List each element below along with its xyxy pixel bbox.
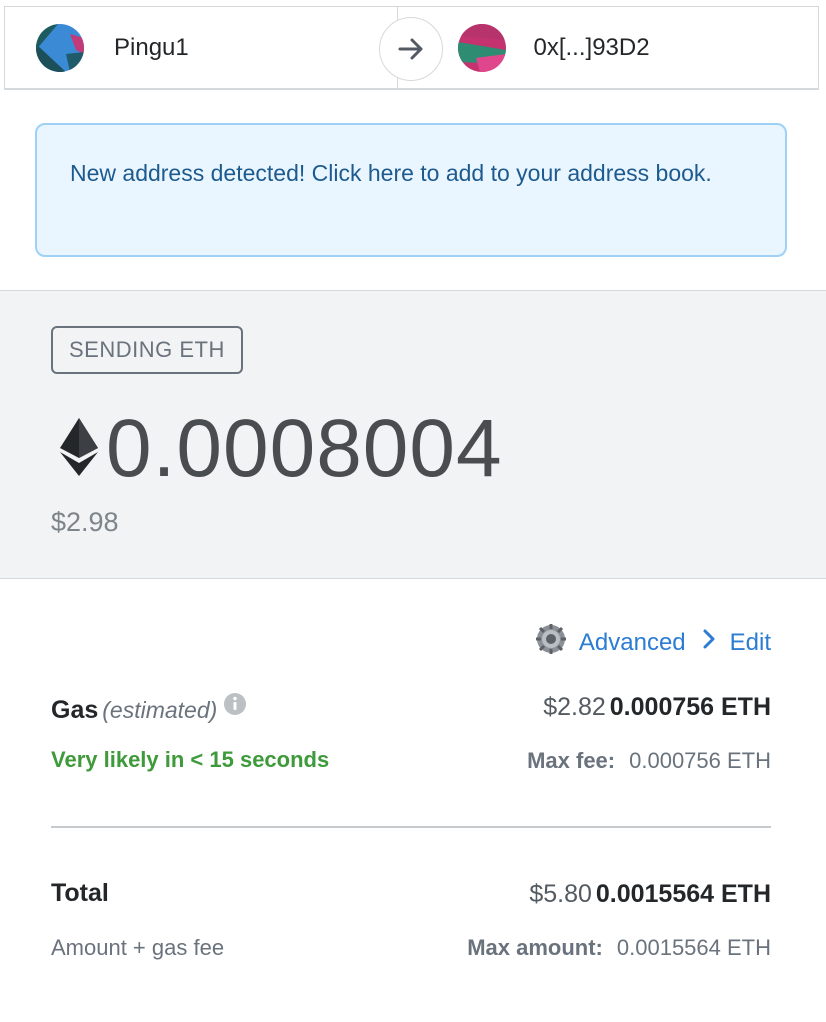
gas-title: Gas (estimated) [51, 692, 247, 725]
gas-timing-estimate: Very likely in < 15 seconds [51, 747, 330, 772]
max-fee-value: 0.000756 ETH [629, 748, 771, 773]
chevron-right-icon [702, 628, 716, 657]
sending-summary: SENDING ETH 0.0008004 $2.98 [0, 290, 826, 579]
gas-fee-value: $2.82 0.000756 ETH [543, 693, 771, 722]
recipient-address: 0x[...]93D2 [533, 33, 650, 61]
gear-icon [535, 623, 567, 662]
sender-name: Pingu1 [114, 33, 189, 61]
max-amount-label: Max amount: [467, 935, 603, 960]
total-eth: 0.0015564 ETH [595, 880, 771, 908]
divider [51, 826, 771, 828]
max-fee-label: Max fee: [527, 748, 616, 773]
total-title: Total [51, 879, 109, 907]
info-icon[interactable] [223, 692, 247, 723]
total-value: $5.80 0.0015564 ETH [529, 880, 771, 909]
send-amount-fiat: $2.98 [51, 507, 119, 537]
edit-button[interactable]: Edit [730, 629, 771, 657]
max-amount-value: 0.0015564 ETH [616, 935, 771, 960]
gas-fee-eth: 0.000756 ETH [609, 693, 771, 721]
sender-account[interactable]: Pingu1 [5, 7, 397, 88]
sending-eth-badge: SENDING ETH [51, 326, 243, 374]
account-bar: Pingu1 0x[...]93D2 [4, 6, 819, 90]
advanced-edit-row: Advanced Edit [535, 623, 771, 662]
gas-fee-fiat: $2.82 [543, 693, 606, 721]
gas-estimated-label: (estimated) [102, 697, 218, 723]
send-amount: 0.0008004 [106, 403, 503, 494]
add-to-address-book-banner[interactable]: New address detected! Click here to add … [35, 123, 787, 257]
sender-avatar [36, 23, 84, 72]
banner-text: New address detected! Click here to add … [70, 160, 712, 186]
total-subtitle: Amount + gas fee [51, 935, 225, 960]
total-fiat: $5.80 [529, 880, 592, 908]
recipient-avatar [457, 23, 506, 72]
recipient-account[interactable]: 0x[...]93D2 [396, 7, 819, 88]
max-fee-row: Max fee: 0.000756 ETH [527, 748, 771, 774]
max-amount-row: Max amount: 0.0015564 ETH [467, 935, 771, 961]
ethereum-icon [60, 418, 98, 481]
advanced-button[interactable]: Advanced [579, 629, 686, 657]
arrow-right-icon [379, 17, 443, 81]
